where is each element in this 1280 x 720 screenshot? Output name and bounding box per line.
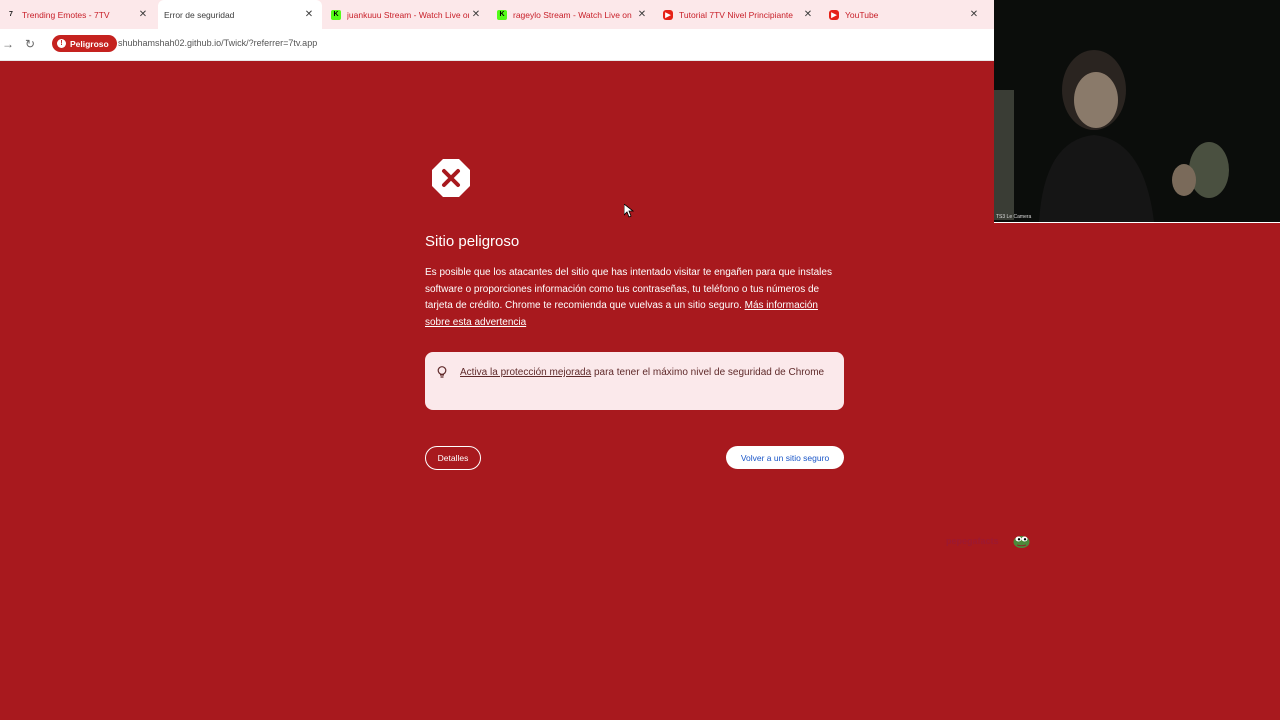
kick-icon: K xyxy=(331,9,341,20)
address-bar[interactable]: shubhamshah02.github.io/Twick/?referrer=… xyxy=(118,38,317,48)
tab-title: YouTube xyxy=(845,9,879,20)
tab-youtube[interactable]: ▶ YouTube ✕ xyxy=(823,0,987,29)
webcam-border xyxy=(994,222,1280,223)
tab-security-error[interactable]: Error de seguridad ✕ xyxy=(158,0,322,29)
pepe-emote-icon xyxy=(1013,536,1030,548)
back-to-safety-button[interactable]: Volver a un sitio seguro xyxy=(726,446,844,469)
danger-icon: ! xyxy=(57,39,66,48)
security-chip-label: Peligroso xyxy=(70,38,109,49)
kick-icon: K xyxy=(497,9,507,20)
close-icon[interactable]: ✕ xyxy=(469,9,483,20)
close-icon[interactable]: ✕ xyxy=(635,9,649,20)
tab-strip: 7 Trending Emotes - 7TV ✕ Error de segur… xyxy=(0,0,994,29)
tab-trending-emotes[interactable]: 7 Trending Emotes - 7TV ✕ xyxy=(0,0,156,29)
close-icon[interactable]: ✕ xyxy=(967,9,981,20)
forward-icon[interactable]: → xyxy=(2,37,14,51)
browser-chrome: 7 Trending Emotes - 7TV ✕ Error de segur… xyxy=(0,0,994,61)
tab-rageylo-stream[interactable]: K rageylo Stream - Watch Live on ✕ xyxy=(491,0,655,29)
7tv-icon: 7 xyxy=(9,11,13,18)
details-button[interactable]: Detalles xyxy=(425,446,481,470)
reload-icon[interactable]: ↻ xyxy=(25,37,35,51)
youtube-icon: ▶ xyxy=(829,9,839,20)
enhanced-protection-link[interactable]: Activa la protección mejorada xyxy=(460,367,591,378)
youtube-icon: ▶ xyxy=(663,9,673,20)
emote-text: pepegafacts xyxy=(946,536,999,546)
tab-title: Tutorial 7TV Nivel Principiante xyxy=(679,9,794,20)
tab-title: juankuuu Stream - Watch Live on xyxy=(347,9,469,20)
close-icon[interactable]: ✕ xyxy=(302,9,316,20)
webcam-overlay xyxy=(994,0,1280,222)
warning-text: Es posible que los atacantes del sitio q… xyxy=(425,265,845,332)
mouse-cursor-icon xyxy=(624,204,634,218)
tab-title: rageylo Stream - Watch Live on xyxy=(513,9,632,20)
tab-tutorial-7tv[interactable]: ▶ Tutorial 7TV Nivel Principiante ✕ xyxy=(657,0,821,29)
security-chip[interactable]: ! Peligroso xyxy=(52,35,117,52)
close-icon[interactable]: ✕ xyxy=(136,9,150,20)
tab-title: Trending Emotes - 7TV xyxy=(22,9,110,20)
enhanced-protection-tip: Activa la protección mejorada para tener… xyxy=(425,352,844,410)
tab-juankuuu-stream[interactable]: K juankuuu Stream - Watch Live on ✕ xyxy=(325,0,489,29)
webcam-label: TS3 Le Camera xyxy=(996,214,1032,220)
toolbar: → ↻ ! Peligroso shubhamshah02.github.io/… xyxy=(0,29,994,61)
close-icon[interactable]: ✕ xyxy=(801,9,815,20)
tab-title: Error de seguridad xyxy=(164,9,235,20)
page-title: Sitio peligroso xyxy=(425,233,520,250)
dangerous-site-icon xyxy=(432,159,470,197)
tip-text: para tener el máximo nivel de seguridad … xyxy=(593,367,825,378)
lightbulb-icon xyxy=(437,366,447,385)
